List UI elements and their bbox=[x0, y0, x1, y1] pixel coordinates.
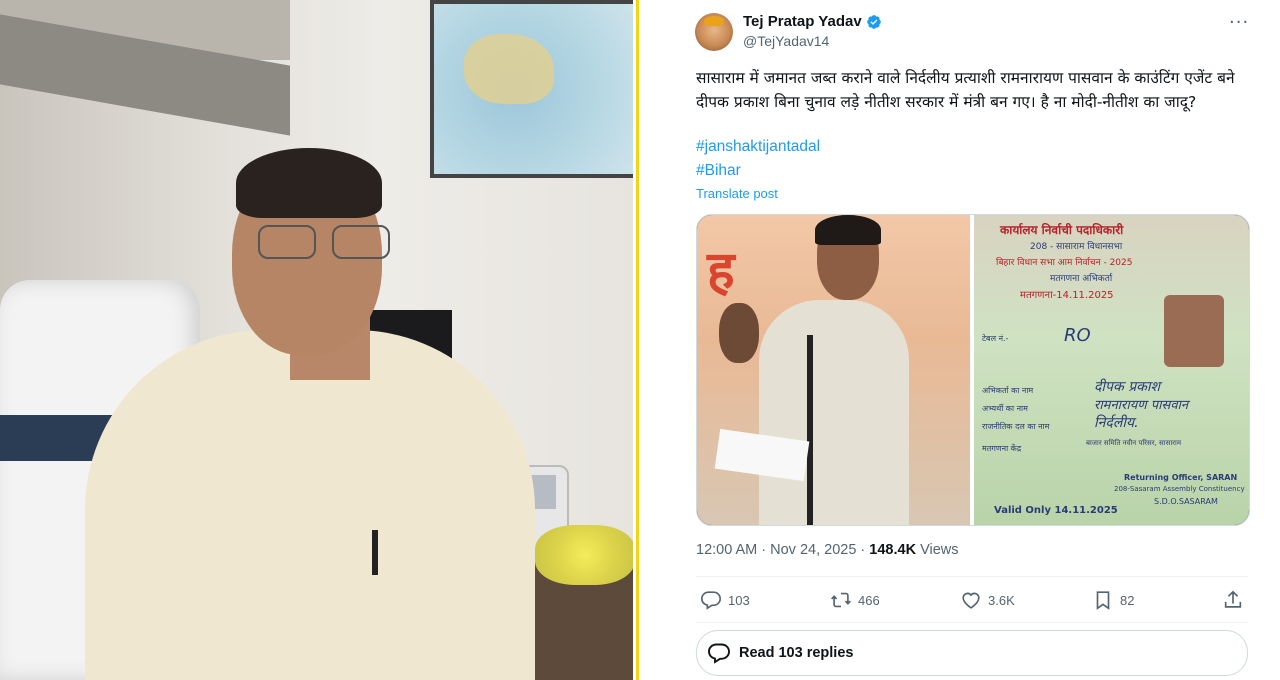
reply-bubble-icon bbox=[708, 643, 730, 664]
man-hair bbox=[236, 148, 382, 218]
media-image-oath[interactable]: ह bbox=[697, 215, 970, 525]
reply-icon bbox=[701, 591, 721, 610]
repost-count: 466 bbox=[858, 592, 880, 608]
action-bar: 103 466 3.6K 82 bbox=[696, 589, 1248, 613]
views-label: Views bbox=[916, 542, 959, 558]
media-grid[interactable]: ह कार्यालय निर्वाची पदाधिकारी 208 - सासा… bbox=[696, 214, 1250, 526]
reply-button[interactable]: 103 bbox=[700, 589, 750, 611]
card-line: 208-Sasaram Assembly Constituency bbox=[1114, 485, 1245, 493]
divider bbox=[696, 622, 1248, 623]
repost-icon bbox=[831, 592, 851, 608]
card-header: कार्यालय निर्वाची पदाधिकारी bbox=[1000, 223, 1124, 237]
pen bbox=[372, 530, 378, 575]
verified-badge-icon bbox=[866, 14, 881, 29]
divider bbox=[696, 576, 1248, 577]
post-text: सासाराम में जमानत जब्त कराने वाले निर्दल… bbox=[696, 69, 1235, 111]
card-handwritten: निर्दलीय. bbox=[1094, 415, 1139, 431]
like-button[interactable]: 3.6K bbox=[960, 589, 1015, 611]
news-photo-minister bbox=[0, 0, 633, 680]
minister-hair bbox=[815, 215, 881, 245]
share-icon bbox=[1224, 590, 1242, 608]
share-button[interactable] bbox=[1222, 589, 1250, 611]
man-kurta bbox=[85, 330, 535, 680]
author-name[interactable]: Tej Pratap Yadav bbox=[743, 13, 862, 30]
read-replies-label: Read 103 replies bbox=[739, 645, 854, 661]
media-image-id-card[interactable]: कार्यालय निर्वाची पदाधिकारी 208 - सासारा… bbox=[974, 215, 1249, 525]
author-avatar[interactable] bbox=[695, 13, 733, 51]
card-label: टेबल नं.- bbox=[982, 334, 1009, 343]
card-validity: Valid Only 14.11.2025 bbox=[994, 505, 1118, 516]
read-replies-button[interactable]: Read 103 replies bbox=[696, 630, 1248, 676]
card-label: राजनीतिक दल का नाम bbox=[982, 422, 1050, 431]
minister-figure bbox=[759, 300, 909, 525]
heart-icon bbox=[962, 592, 980, 609]
man-glasses bbox=[258, 225, 396, 259]
post-timestamp[interactable]: 12:00 AM · Nov 24, 2025 · bbox=[696, 542, 869, 558]
wall-map bbox=[430, 0, 633, 178]
card-handwritten: RO bbox=[1064, 325, 1091, 346]
card-handwritten: दीपक प्रकाश bbox=[1094, 379, 1161, 395]
card-line: बिहार विधान सभा आम निर्वाचन - 2025 bbox=[996, 258, 1133, 268]
card-line: मतगणना अभिकर्ता bbox=[1050, 274, 1113, 284]
author-name-row[interactable]: Tej Pratap Yadav bbox=[743, 13, 882, 30]
bookmark-count: 82 bbox=[1120, 592, 1135, 608]
hashtag-link[interactable]: #janshaktijantadal bbox=[696, 138, 820, 156]
card-label: अभ्यर्थी का नाम bbox=[982, 404, 1028, 413]
bookmark-icon bbox=[1096, 591, 1110, 610]
card-line: मतगणना-14.11.2025 bbox=[1020, 290, 1114, 301]
bookmark-button[interactable]: 82 bbox=[1092, 589, 1134, 611]
card-label: मतगणना केंद्र bbox=[982, 444, 1022, 453]
card-line: Returning Officer, SARAN bbox=[1124, 473, 1238, 482]
reply-count: 103 bbox=[728, 592, 750, 608]
flower-bouquet bbox=[535, 525, 633, 585]
background-person bbox=[719, 303, 759, 363]
translate-post-link[interactable]: Translate post bbox=[696, 186, 778, 201]
microphone-stand bbox=[807, 335, 813, 525]
banner-letter: ह bbox=[707, 241, 735, 301]
repost-button[interactable]: 466 bbox=[830, 589, 880, 611]
card-label: अभिकर्ता का नाम bbox=[982, 386, 1034, 395]
more-options-icon[interactable]: ··· bbox=[1229, 12, 1249, 33]
card-handwritten: रामनारायण पासवान bbox=[1094, 398, 1189, 413]
tweet-card: Tej Pratap Yadav @TejYadav14 ··· सासाराम… bbox=[636, 0, 1280, 680]
card-line: 208 - सासाराम विधानसभा bbox=[1030, 242, 1123, 252]
like-count: 3.6K bbox=[988, 592, 1015, 608]
id-photo bbox=[1164, 295, 1224, 367]
views-count: 148.4K bbox=[869, 542, 917, 558]
card-line: बाजार समिति नवीन परिसर, सासाराम bbox=[1086, 439, 1182, 447]
hashtag-link[interactable]: #Bihar bbox=[696, 162, 741, 180]
post-meta: 12:00 AM · Nov 24, 2025 · 148.4K Views bbox=[696, 542, 959, 558]
card-line: S.D.O.SASARAM bbox=[1154, 497, 1218, 506]
author-handle[interactable]: @TejYadav14 bbox=[743, 33, 829, 49]
